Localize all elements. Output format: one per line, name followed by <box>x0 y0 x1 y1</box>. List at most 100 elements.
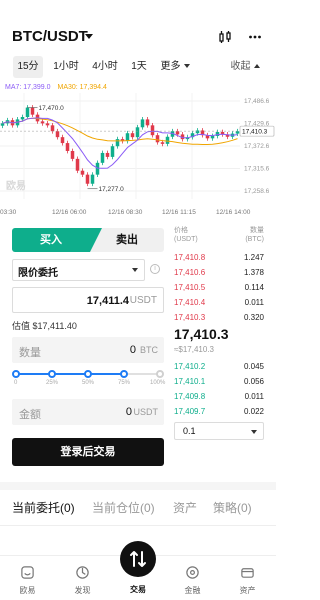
candle-body <box>70 150 75 159</box>
candle-body <box>60 137 65 144</box>
ob-price-header-unit: (USDT) <box>174 236 198 243</box>
nav-finance-label: 金融 <box>184 586 201 595</box>
bid-row[interactable]: 17,409.8 0.011 <box>174 392 264 403</box>
last-price: 17,410.3 <box>174 326 229 342</box>
bid-qty: 0.022 <box>243 407 264 416</box>
bid-qty: 0.045 <box>243 362 264 371</box>
nav-discover[interactable]: 发现 <box>55 556 110 600</box>
quantity-input[interactable]: 数量 0 BTC <box>12 337 164 363</box>
login-to-trade-button[interactable]: 登录后交易 <box>12 438 164 466</box>
order-type-select[interactable]: 限价委托 <box>12 259 145 281</box>
low-annotation: 17,277.0 <box>99 186 125 193</box>
candle-body <box>50 125 55 132</box>
nav-assets[interactable]: 资产 <box>220 556 275 600</box>
buy-sell-toggle: 卖出 买入 <box>12 228 164 252</box>
y-axis-labels: 17,486.617,429.617,372.617,315.617,258.6 <box>244 98 270 195</box>
section-divider <box>0 482 276 490</box>
slider-fill <box>15 373 125 375</box>
candle-body <box>145 119 150 126</box>
ma7-value: MA7: 17,399.0 <box>5 84 51 91</box>
trade-icon <box>130 551 146 567</box>
quantity-unit: BTC <box>140 345 158 355</box>
info-icon[interactable]: i <box>150 264 160 274</box>
tab-15m[interactable]: 15分 <box>13 56 43 78</box>
slider-label-0: 0 <box>14 380 18 386</box>
candle-body <box>130 133 135 138</box>
order-tabs: 当前委托(0) 当前仓位(0) 资产 策略(0) <box>0 494 276 520</box>
nav-finance[interactable]: 金融 <box>165 556 220 600</box>
bid-row[interactable]: 17,410.1 0.056 <box>174 377 264 388</box>
tab-1d[interactable]: 1天 <box>127 56 151 78</box>
more-icon[interactable] <box>248 30 262 44</box>
ask-row[interactable]: 17,410.5 0.114 <box>174 283 264 294</box>
slider-label-75: 75% <box>118 380 131 386</box>
ask-qty: 0.114 <box>244 283 264 292</box>
buy-tab[interactable]: 买入 <box>12 228 90 252</box>
price-input[interactable]: 17,411.4 USDT <box>12 287 164 313</box>
bid-qty: 0.011 <box>244 392 264 401</box>
quantity-value: 0 <box>129 344 136 356</box>
depth-select[interactable]: 0.1 <box>174 422 264 440</box>
high-annotation: 17,470.0 <box>39 105 65 112</box>
tabs-underline-divider <box>0 525 276 526</box>
amount-input[interactable]: 金额 0 USDT <box>12 399 164 425</box>
bid-row[interactable]: 17,409.7 0.022 <box>174 407 264 418</box>
candle-body <box>95 162 100 175</box>
nav-trade-label: 交易 <box>130 585 146 594</box>
kline-chart[interactable]: 欧易 17,486.617,429.617,372.617,315.617,25… <box>0 93 276 218</box>
candle-body <box>155 135 160 143</box>
bid-row[interactable]: 17,410.2 0.045 <box>174 362 264 373</box>
x-tick-label: 12/16 08:30 <box>108 209 143 216</box>
pair-dropdown-icon[interactable] <box>85 34 93 39</box>
candle-chart-icon[interactable] <box>218 30 232 44</box>
bid-price: 17,409.8 <box>174 392 206 401</box>
ask-row[interactable]: 17,410.3 0.320 <box>174 313 264 324</box>
tab-positions[interactable]: 当前仓位(0) <box>92 499 155 516</box>
nav-home-label: 欧易 <box>19 586 36 595</box>
percent-slider[interactable]: 0 25% 50% 75% 100% <box>12 369 166 389</box>
ask-row[interactable]: 17,410.4 0.011 <box>174 298 264 309</box>
candle-body <box>235 131 240 134</box>
buy-tab-notch <box>90 228 102 252</box>
ask-row[interactable]: 17,410.8 1.247 <box>174 253 264 264</box>
slider-stop-25[interactable] <box>48 370 56 378</box>
quantity-placeholder: 数量 <box>19 347 41 359</box>
candle-body <box>85 174 90 184</box>
slider-stop-100[interactable] <box>156 370 164 378</box>
tab-strategies[interactable]: 策略(0) <box>213 499 252 516</box>
candle-body <box>215 132 220 136</box>
order-type-label: 限价委托 <box>18 268 58 279</box>
candle-body <box>135 127 140 138</box>
x-tick-label: 03:30 <box>0 209 17 216</box>
collapse-label: 收起 <box>230 61 251 72</box>
slider-stop-50[interactable] <box>84 370 92 378</box>
slider-label-100: 100% <box>150 380 166 386</box>
tab-1h[interactable]: 1小时 <box>50 56 82 78</box>
y-tick-label: 17,315.6 <box>244 166 270 173</box>
tab-assets[interactable]: 资产 <box>173 499 197 516</box>
slider-stop-75[interactable] <box>120 370 128 378</box>
candle-body <box>115 139 120 147</box>
pair-title[interactable]: BTC/USDT <box>12 28 88 45</box>
collapse-button[interactable]: 收起 <box>228 56 262 78</box>
nav-trade[interactable] <box>120 541 156 577</box>
ask-qty: 0.011 <box>244 298 264 307</box>
candle-body <box>150 125 155 136</box>
ask-row[interactable]: 17,410.6 1.378 <box>174 268 264 279</box>
header: BTC/USDT <box>0 0 276 52</box>
nav-home[interactable]: 欧易 <box>0 556 55 600</box>
amount-placeholder: 金额 <box>19 409 41 421</box>
candle-body <box>80 170 85 175</box>
tab-open-orders[interactable]: 当前委托(0) <box>12 499 75 516</box>
tab-4h[interactable]: 4小时 <box>89 56 121 78</box>
nav-discover-label: 发现 <box>74 586 91 595</box>
ask-price: 17,410.3 <box>174 313 206 322</box>
tab-more[interactable]: 更多 <box>158 56 192 78</box>
wallet-icon <box>241 568 254 578</box>
slider-stop-0[interactable] <box>12 370 20 378</box>
candle-body <box>20 117 25 120</box>
home-icon <box>21 566 34 579</box>
ob-qty-header: 数量 (BTC) <box>244 226 264 244</box>
candle-body <box>65 143 70 151</box>
candle-body <box>55 131 60 138</box>
